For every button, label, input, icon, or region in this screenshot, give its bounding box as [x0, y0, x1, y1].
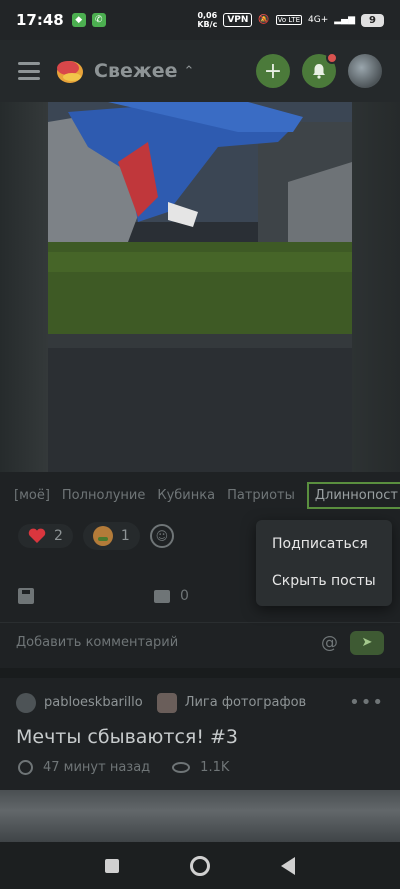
hamburger-menu-icon[interactable]	[18, 62, 40, 80]
volte-badge: Vo LTE	[275, 15, 303, 25]
tag-dlinnopost[interactable]: Длиннопост	[306, 482, 400, 509]
app-header: Свежее ⌃ +	[0, 40, 400, 102]
heart-icon	[28, 528, 46, 543]
tag-polnolunie[interactable]: Полнолуние	[62, 488, 145, 503]
back-icon[interactable]	[280, 856, 295, 875]
post-time-ago: 47 минут назад	[43, 760, 151, 775]
vpn-badge: VPN	[223, 13, 253, 27]
mute-icon: 🔕	[258, 15, 270, 25]
save-icon[interactable]	[18, 588, 34, 604]
reaction-sick[interactable]: 1	[82, 522, 140, 550]
post-tags: [моё] Полнолуние Кубинка Патриоты Длинно…	[14, 482, 400, 509]
tag-moe[interactable]: [моё]	[14, 488, 50, 503]
status-time: 17:48	[16, 11, 64, 29]
community-icon[interactable]	[156, 692, 177, 713]
system-nav-bar	[0, 842, 400, 889]
next-post-image[interactable]	[0, 790, 400, 842]
notification-dot	[326, 52, 338, 64]
community-name[interactable]: Лига фотографов	[185, 695, 307, 710]
next-post-meta: pabloeskbarillo Лига фотографов •••	[16, 692, 384, 713]
tag-context-menu: Подписаться Скрыть посты	[256, 520, 392, 606]
post-image-jet-monument[interactable]	[48, 102, 352, 472]
tag-patrioty[interactable]: Патриоты	[227, 488, 295, 503]
comment-input-bar[interactable]: Добавить комментарий @ ➤	[0, 622, 400, 662]
comment-icon[interactable]	[154, 589, 170, 603]
views-icon	[172, 762, 191, 773]
add-reaction-icon[interactable]: ☺	[149, 524, 174, 548]
network-speed-unit: KB/c	[197, 20, 218, 29]
bell-icon	[313, 64, 325, 79]
notifications-button[interactable]	[302, 52, 338, 88]
status-indicators: 0,06 KB/c VPN 🔕 Vo LTE 4G+ ▂▄▆ 9	[197, 11, 384, 29]
tag-kubinka[interactable]: Кубинка	[157, 488, 215, 503]
notification-app-icon: ◆	[71, 13, 86, 27]
post-image-container[interactable]	[0, 102, 400, 472]
post-reactions: 2 1 ☺	[18, 522, 174, 550]
network-speed: 0,06 KB/c	[197, 11, 217, 29]
signal-bars-icon: ▂▄▆	[334, 15, 356, 25]
more-options-icon[interactable]: •••	[349, 692, 384, 713]
author-avatar[interactable]	[16, 692, 36, 713]
app-root: 17:48 ◆ ✆ 0,06 KB/c VPN 🔕 Vo LTE 4G+ ▂▄▆…	[0, 0, 400, 889]
whatsapp-icon: ✆	[91, 13, 106, 27]
status-bar: 17:48 ◆ ✆ 0,06 KB/c VPN 🔕 Vo LTE 4G+ ▂▄▆…	[0, 0, 400, 40]
pikabu-logo-icon[interactable]	[56, 57, 84, 85]
comment-count: 0	[180, 588, 189, 604]
send-comment-button[interactable]: ➤	[350, 630, 384, 655]
menu-subscribe[interactable]: Подписаться	[256, 526, 392, 563]
reaction-sick-count: 1	[120, 528, 130, 544]
reaction-heart-count: 2	[54, 528, 63, 544]
next-post-title[interactable]: Мечты сбываются! #3	[16, 726, 238, 748]
sick-face-icon	[92, 526, 113, 546]
chevron-up-icon[interactable]: ⌃	[184, 64, 195, 79]
battery-indicator: 9	[361, 13, 384, 27]
add-post-button[interactable]: +	[256, 54, 290, 88]
header-actions: +	[256, 52, 382, 88]
home-icon[interactable]	[189, 855, 210, 876]
post-views: 1.1K	[200, 760, 230, 775]
network-speed-value: 0,06	[197, 11, 218, 20]
feed-selector[interactable]: Свежее	[94, 60, 178, 82]
reaction-heart[interactable]: 2	[18, 524, 73, 548]
recent-apps-icon[interactable]	[105, 858, 120, 873]
user-avatar[interactable]	[348, 54, 382, 88]
post-separator	[0, 668, 400, 678]
clock-icon	[18, 760, 33, 775]
menu-hide-posts[interactable]: Скрыть посты	[256, 563, 392, 600]
author-name[interactable]: pabloeskbarillo	[44, 695, 143, 710]
next-post-info: 47 минут назад 1.1K	[18, 760, 229, 775]
comment-input[interactable]: Добавить комментарий	[16, 635, 178, 650]
mention-icon[interactable]: @	[321, 633, 338, 653]
image-blur-left	[0, 102, 48, 472]
image-blur-right	[352, 102, 400, 472]
signal-label: 4G+	[308, 15, 329, 25]
